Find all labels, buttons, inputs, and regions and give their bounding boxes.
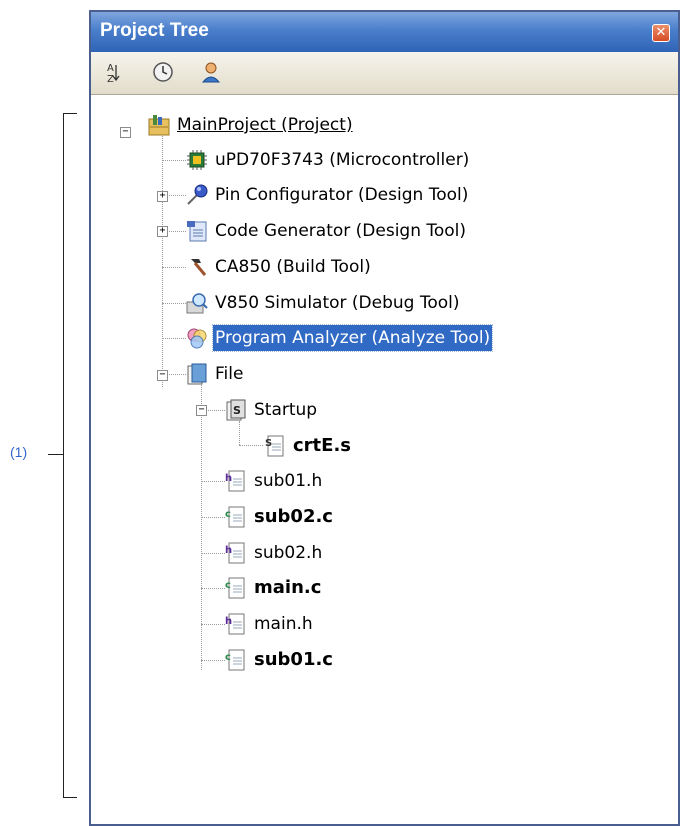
tree-node-label: sub01.c <box>254 649 333 670</box>
svg-text:c: c <box>225 580 231 591</box>
tree-node-file[interactable]: c sub01.c <box>224 645 335 675</box>
svg-text:h: h <box>225 473 232 484</box>
tree-node-label: sub02.h <box>254 543 323 563</box>
microcontroller-icon <box>185 148 209 172</box>
tree-node-label: Pin Configurator (Design Tool) <box>215 185 469 205</box>
svg-text:h: h <box>225 616 232 627</box>
sort-button[interactable]: A Z <box>101 60 125 85</box>
pin-configurator-icon <box>185 183 209 207</box>
pin-configurator-expand-toggle[interactable]: + <box>157 191 168 202</box>
tree-node-file[interactable]: S crtE.s <box>263 431 353 461</box>
tree-node-file[interactable]: h sub02.h <box>224 538 324 568</box>
panel-title: Project Tree <box>100 20 209 41</box>
tree-node-debug-tool[interactable]: V850 Simulator (Debug Tool) <box>185 288 462 318</box>
clock-icon <box>153 62 173 82</box>
panel-toolbar: A Z <box>91 52 678 95</box>
tree-node-label: crtE.s <box>293 435 351 456</box>
annotation-label: (1) <box>10 444 28 460</box>
history-button[interactable] <box>151 60 175 84</box>
svg-text:c: c <box>225 652 231 663</box>
annotation-bracket <box>63 113 77 798</box>
tree-node-label: Startup <box>254 400 318 420</box>
project-icon <box>147 113 171 137</box>
svg-text:S: S <box>233 404 241 417</box>
h-file-icon: h <box>224 612 248 636</box>
tree-node-label: File <box>215 364 244 384</box>
tree-node-startup-folder[interactable]: S Startup <box>224 395 319 425</box>
tree-node-label: Program Analyzer (Analyze Tool) <box>211 324 494 352</box>
h-file-icon: h <box>224 469 248 493</box>
panel-titlebar: Project Tree ✕ <box>91 12 678 52</box>
folder-icon <box>185 362 209 386</box>
svg-text:S: S <box>265 438 272 449</box>
user-icon <box>201 62 221 83</box>
tree-node-analyze-tool[interactable]: Program Analyzer (Analyze Tool) <box>185 323 494 353</box>
tree-node-code-generator[interactable]: Code Generator (Design Tool) <box>185 216 468 246</box>
code-generator-icon <box>185 219 209 243</box>
tree-node-label: MainProject (Project) <box>177 115 353 135</box>
s-folder-icon: S <box>224 398 248 422</box>
tree-node-label: main.h <box>254 614 313 634</box>
tree-node-file-folder[interactable]: File <box>185 359 245 389</box>
svg-text:h: h <box>225 545 232 556</box>
tree-node-file[interactable]: c main.c <box>224 573 323 603</box>
tree-node-label: CA850 (Build Tool) <box>215 257 371 277</box>
c-file-icon: c <box>224 505 248 529</box>
simulator-icon <box>185 291 209 315</box>
tree-node-pin-configurator[interactable]: Pin Configurator (Design Tool) <box>185 180 470 210</box>
tree-node-microcontroller[interactable]: uPD70F3743 (Microcontroller) <box>185 145 471 175</box>
project-tree: − MainProject (Project) uPD70F3743 (Micr… <box>91 95 678 824</box>
tree-node-file[interactable]: h main.h <box>224 609 315 639</box>
svg-text:A: A <box>107 63 114 74</box>
tree-node-label: V850 Simulator (Debug Tool) <box>215 293 460 313</box>
tree-node-file[interactable]: h sub01.h <box>224 466 324 496</box>
tree-node-project[interactable]: MainProject (Project) <box>147 110 355 140</box>
svg-text:c: c <box>225 509 231 520</box>
user-button[interactable] <box>199 60 223 84</box>
c-file-icon: c <box>224 648 248 672</box>
tree-node-label: sub02.c <box>254 506 333 527</box>
annotation-callout-line <box>48 454 63 455</box>
tree-node-file[interactable]: c sub02.c <box>224 502 335 532</box>
h-file-icon: h <box>224 541 248 565</box>
s-file-icon: S <box>263 434 287 458</box>
hammer-icon <box>185 255 209 279</box>
sort-icon: A Z <box>107 63 120 85</box>
svg-text:Z: Z <box>107 74 114 84</box>
c-file-icon: c <box>224 576 248 600</box>
analyzer-icon <box>185 326 209 350</box>
tree-node-label: sub01.h <box>254 471 323 491</box>
code-generator-expand-toggle[interactable]: + <box>157 226 168 237</box>
startup-collapse-toggle[interactable]: − <box>196 405 207 416</box>
project-tree-panel: Project Tree ✕ A Z − MainProject (Projec… <box>89 10 680 826</box>
tree-node-label: main.c <box>254 577 322 598</box>
close-button[interactable]: ✕ <box>652 24 670 42</box>
tree-node-build-tool[interactable]: CA850 (Build Tool) <box>185 252 373 282</box>
tree-node-label: uPD70F3743 (Microcontroller) <box>215 150 470 170</box>
project-collapse-toggle[interactable]: − <box>120 127 131 138</box>
file-collapse-toggle[interactable]: − <box>157 370 168 381</box>
tree-node-label: Code Generator (Design Tool) <box>215 221 467 241</box>
